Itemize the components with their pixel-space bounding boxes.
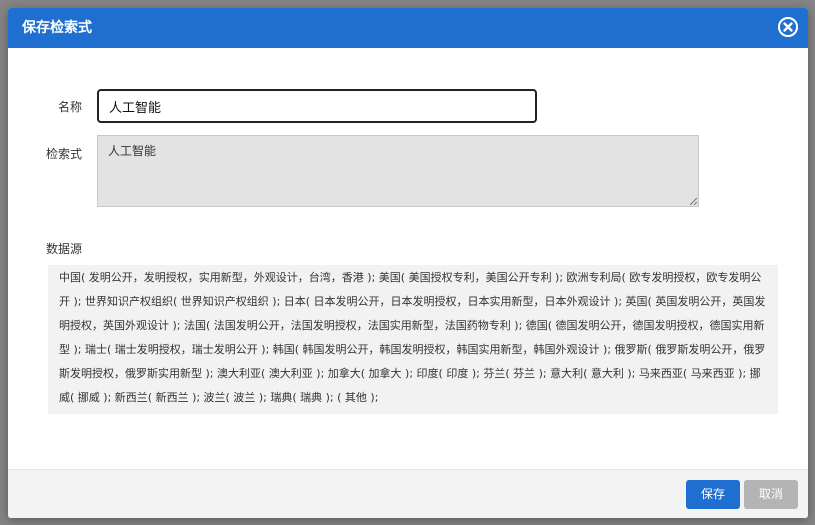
- close-button[interactable]: [778, 17, 798, 37]
- dialog-footer: 保存 取消: [8, 469, 808, 518]
- save-button[interactable]: 保存: [686, 480, 740, 509]
- data-sources-text: 中国( 发明公开，发明授权，实用新型，外观设计，台湾，香港 ); 美国( 美国授…: [48, 265, 778, 414]
- cancel-button[interactable]: 取消: [744, 480, 798, 509]
- dialog-header: 保存检索式: [8, 8, 808, 48]
- query-label: 检索式: [46, 145, 82, 162]
- resize-grip-icon[interactable]: [689, 197, 697, 205]
- close-circle-icon: [778, 17, 798, 37]
- sources-label: 数据源: [46, 240, 82, 257]
- save-query-dialog: 保存检索式 名称 检索式 人工智能 数据源 中国( 发明公开，发明授权，实用新型…: [8, 8, 808, 518]
- query-text: 人工智能: [108, 144, 156, 158]
- name-label: 名称: [58, 98, 82, 115]
- name-input[interactable]: [97, 89, 537, 123]
- dialog-title: 保存检索式: [22, 8, 92, 48]
- query-textarea[interactable]: 人工智能: [97, 135, 699, 207]
